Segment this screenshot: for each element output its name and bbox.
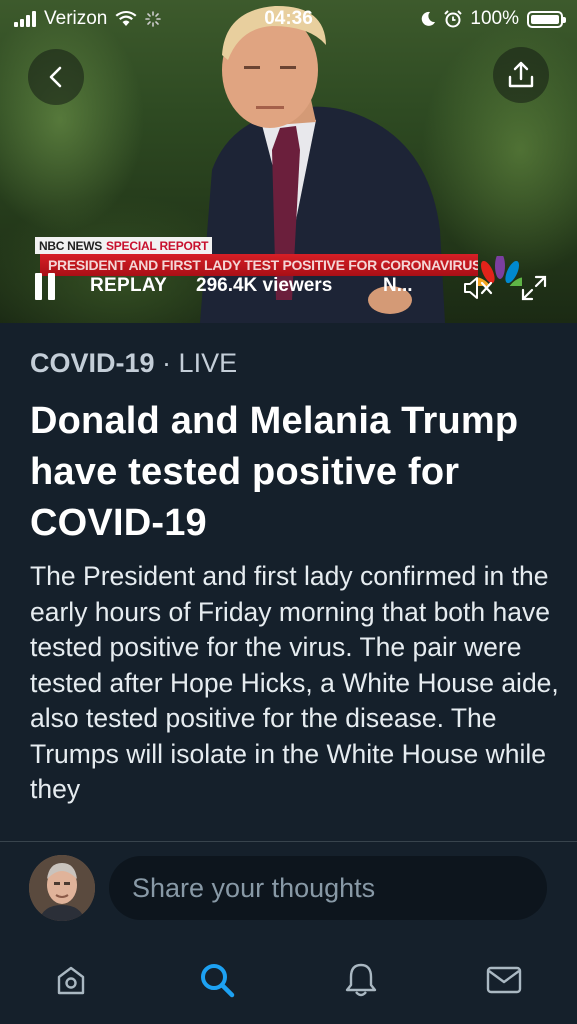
mail-icon bbox=[486, 966, 522, 994]
video-controls: REPLAY 296.4K viewers N... bbox=[0, 270, 577, 304]
article-body: The President and first lady confirmed i… bbox=[30, 561, 559, 804]
topic-separator: · bbox=[154, 348, 179, 378]
avatar[interactable] bbox=[29, 855, 95, 921]
mute-icon[interactable] bbox=[462, 274, 498, 302]
viewer-count: 296.4K viewers bbox=[196, 275, 333, 296]
bell-icon bbox=[345, 963, 377, 997]
search-icon bbox=[201, 964, 235, 998]
tab-notifications[interactable] bbox=[339, 958, 383, 1002]
live-label: LIVE bbox=[178, 348, 238, 378]
status-bar: Verizon 04:36 100% bbox=[0, 0, 577, 38]
alarm-icon bbox=[444, 10, 463, 28]
chevron-left-icon bbox=[49, 66, 62, 88]
topic-line: COVID-19 · LIVE bbox=[30, 348, 237, 379]
avatar-image bbox=[29, 855, 95, 921]
moon-icon bbox=[422, 11, 436, 26]
replay-label[interactable]: REPLAY bbox=[90, 275, 167, 297]
topic-label: COVID-19 bbox=[30, 348, 155, 378]
divider bbox=[0, 841, 577, 842]
banner-brand: NBC NEWS bbox=[39, 238, 102, 253]
article: COVID-19 · LIVE Donald and Melania Trump… bbox=[0, 323, 577, 841]
share-button[interactable] bbox=[493, 47, 549, 103]
news-banner: NBC NEWS SPECIAL REPORT bbox=[35, 237, 213, 254]
headline: Donald and Melania Trump have tested pos… bbox=[30, 400, 519, 544]
fullscreen-icon[interactable] bbox=[519, 273, 549, 303]
battery-icon bbox=[527, 10, 566, 28]
share-thoughts-input[interactable]: Share your thoughts bbox=[109, 856, 547, 920]
video-title-truncated: N... bbox=[383, 275, 413, 296]
back-button[interactable] bbox=[28, 49, 84, 105]
battery-percent: 100% bbox=[470, 8, 519, 29]
pause-button[interactable] bbox=[35, 273, 55, 300]
banner-label: SPECIAL REPORT bbox=[105, 238, 209, 253]
share-icon bbox=[508, 61, 534, 88]
tab-search[interactable] bbox=[195, 958, 239, 1002]
video-player[interactable]: Verizon 04:36 100% NBC NEWS SPECIAL REPO… bbox=[0, 0, 577, 323]
tab-home[interactable] bbox=[49, 958, 93, 1002]
tab-messages[interactable] bbox=[482, 958, 526, 1002]
home-icon bbox=[57, 966, 85, 995]
